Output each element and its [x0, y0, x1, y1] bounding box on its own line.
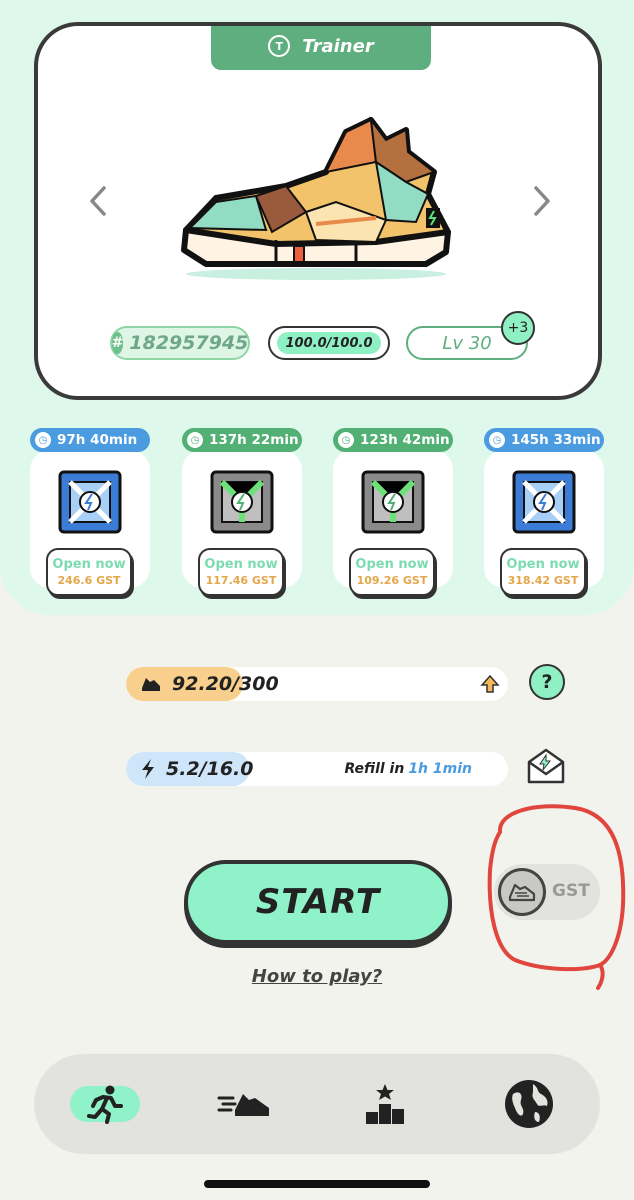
- sneaker-nav-icon: [217, 1094, 269, 1116]
- level-bonus-badge: +3: [501, 311, 535, 345]
- open-now-button[interactable]: Open now 318.42 GST: [500, 548, 586, 596]
- gst-limit-content: 92.20/300: [140, 667, 279, 701]
- level-label: Lv 30: [442, 332, 492, 354]
- open-now-label: Open now: [506, 557, 580, 572]
- sneaker-card: T Trainer # 182957945 100.0/100.0 Lv 30 …: [34, 22, 602, 400]
- box-timer: ◷ 145h 33min: [484, 428, 604, 452]
- energy-content: 5.2/16.0: [140, 752, 253, 786]
- start-button[interactable]: START: [184, 860, 452, 944]
- mystery-box-blue-icon: [58, 470, 122, 534]
- gst-limit-value: 92.20/300: [172, 673, 279, 695]
- gst-currency-toggle[interactable]: GST: [494, 864, 600, 920]
- open-now-button[interactable]: Open now 246.6 GST: [46, 548, 132, 596]
- lightning-icon: [142, 759, 154, 779]
- trainer-tab-label: Trainer: [302, 35, 374, 57]
- podium-star-icon: [366, 1084, 404, 1124]
- sneaker-image: [181, 116, 451, 280]
- mystery-box-blue-icon: [512, 470, 576, 534]
- refill-timer: Refill in 1h 1min: [344, 752, 472, 786]
- open-now-label: Open now: [355, 557, 429, 572]
- open-gst-cost: 246.6 GST: [57, 574, 121, 587]
- refill-label: Refill in: [344, 761, 405, 777]
- open-gst-cost: 117.46 GST: [205, 574, 277, 587]
- chevron-right-icon[interactable]: [530, 184, 554, 218]
- tab-ranking[interactable]: [350, 1072, 420, 1136]
- tab-run[interactable]: [70, 1072, 140, 1136]
- refill-time: 1h 1min: [408, 761, 472, 777]
- clock-icon: ◷: [35, 432, 51, 448]
- help-button[interactable]: ?: [529, 664, 565, 700]
- energy-bar: 5.2/16.0 Refill in 1h 1min: [126, 752, 508, 786]
- tab-sneakers[interactable]: [210, 1072, 280, 1136]
- box-timer: ◷ 123h 42min: [333, 428, 453, 452]
- gst-coin-icon: [498, 868, 546, 916]
- box-timer-text: 145h 33min: [511, 432, 601, 448]
- mystery-box-slot-3: ◷ 123h 42min Open now 109.26 GST: [333, 428, 453, 600]
- bottom-tab-bar: [34, 1054, 600, 1154]
- open-now-label: Open now: [204, 557, 278, 572]
- sneaker-id-pill: # 182957945: [110, 326, 250, 360]
- clock-icon: ◷: [338, 432, 354, 448]
- sneaker-id: 182957945: [129, 332, 249, 354]
- mystery-box-slot-2: ◷ 137h 22min Open now 117.46 GST: [182, 428, 302, 600]
- clock-icon: ◷: [187, 432, 203, 448]
- open-now-button[interactable]: Open now 117.46 GST: [198, 548, 284, 596]
- box-timer: ◷ 137h 22min: [182, 428, 302, 452]
- box-timer-text: 97h 40min: [57, 432, 138, 448]
- clock-icon: ◷: [489, 432, 505, 448]
- durability-value: 100.0/100.0: [277, 332, 381, 354]
- chevron-left-icon[interactable]: [86, 184, 110, 218]
- open-now-label: Open now: [52, 557, 126, 572]
- runner-icon: [87, 1085, 123, 1124]
- how-to-play-link[interactable]: How to play?: [0, 966, 634, 987]
- mystery-box-slot-1: ◷ 97h 40min Open now 246.6 GST: [30, 428, 150, 600]
- box-timer: ◷ 97h 40min: [30, 428, 150, 452]
- energy-value: 5.2/16.0: [166, 758, 254, 780]
- open-now-button[interactable]: Open now 109.26 GST: [349, 548, 435, 596]
- globe-icon: [505, 1080, 553, 1128]
- trainer-type-icon: T: [268, 35, 291, 57]
- trainer-tab[interactable]: T Trainer: [211, 26, 431, 70]
- hash-icon: #: [111, 332, 124, 354]
- box-timer-text: 123h 42min: [360, 432, 450, 448]
- mystery-box-slot-4: ◷ 145h 33min Open now 318.42 GST: [484, 428, 604, 600]
- box-timer-text: 137h 22min: [209, 432, 299, 448]
- open-gst-cost: 318.42 GST: [507, 574, 579, 587]
- tab-globe[interactable]: [494, 1072, 564, 1136]
- mystery-box-green-icon: [361, 470, 425, 534]
- energy-mail-icon[interactable]: [526, 746, 566, 786]
- gst-limit-bar: 92.20/300: [126, 667, 508, 701]
- level-up-arrow-icon[interactable]: [480, 674, 500, 694]
- gst-toggle-label: GST: [552, 881, 590, 901]
- durability-pill: 100.0/100.0: [268, 326, 390, 360]
- mystery-box-green-icon: [210, 470, 274, 534]
- open-gst-cost: 109.26 GST: [356, 574, 428, 587]
- sneaker-small-icon: [142, 678, 160, 691]
- home-indicator: [204, 1180, 430, 1188]
